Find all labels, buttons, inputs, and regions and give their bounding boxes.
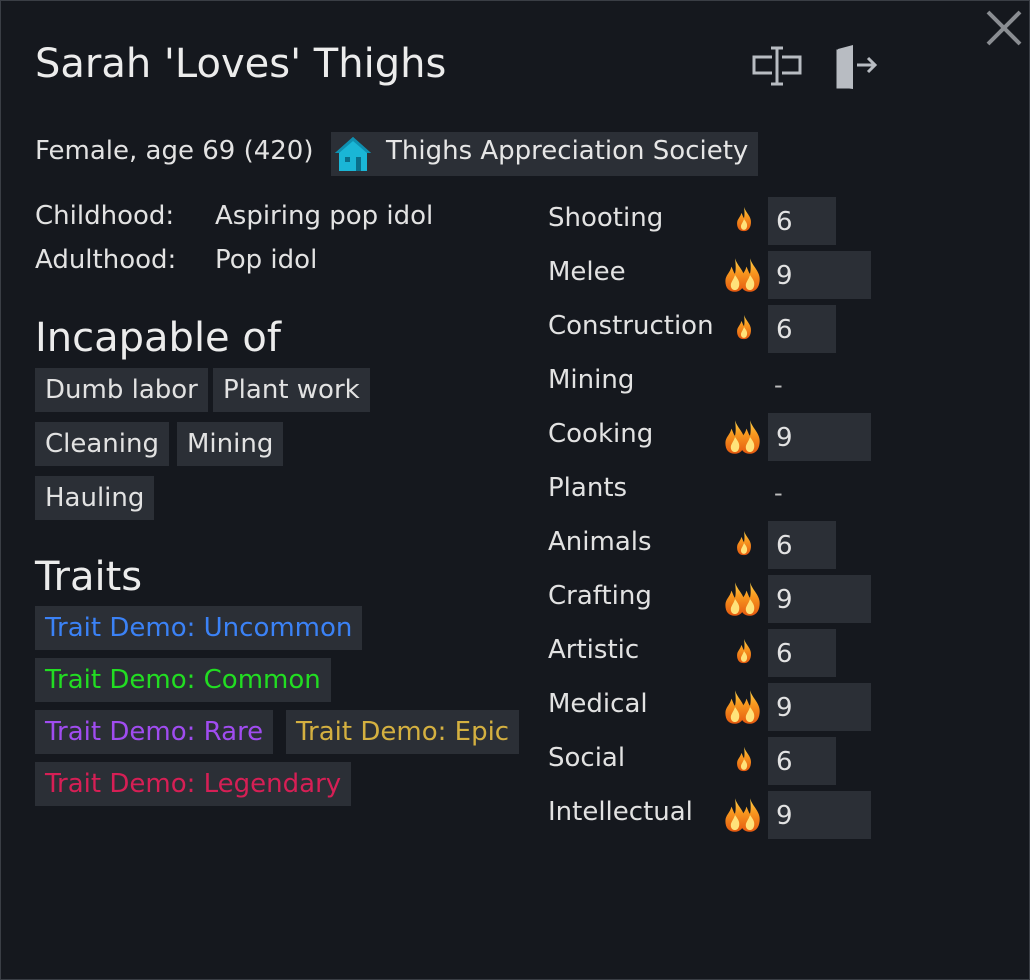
flame-icon <box>737 530 752 556</box>
skill-level-bar[interactable]: 6 <box>768 737 836 785</box>
flame-icon <box>737 206 752 232</box>
incapable-tag[interactable]: Hauling <box>35 476 155 520</box>
skill-name: Artistic <box>548 635 640 665</box>
incapable-heading: Incapable of <box>35 315 281 361</box>
rename-button[interactable] <box>751 45 803 87</box>
trait-tag[interactable]: Trait Demo: Rare <box>35 710 274 754</box>
skill-level-bar[interactable]: 6 <box>768 197 836 245</box>
faction-button[interactable]: Thighs Appreciation Society <box>331 132 758 176</box>
skill-name: Crafting <box>548 581 652 611</box>
character-description: Female, age 69 (420) <box>35 136 314 166</box>
skill-level: - <box>774 479 783 507</box>
close-icon <box>986 10 1022 46</box>
trait-tag[interactable]: Trait Demo: Legendary <box>35 762 352 806</box>
trait-tag[interactable]: Trait Demo: Epic <box>286 710 520 754</box>
character-name: Sarah 'Loves' Thighs <box>35 41 447 87</box>
character-card-window: Sarah 'Loves' Thighs Female, age 69 (420… <box>0 0 1030 980</box>
incapable-tag[interactable]: Cleaning <box>35 422 169 466</box>
double-flame-icon <box>725 258 760 292</box>
skill-name: Mining <box>548 365 635 395</box>
incapable-tag[interactable]: Plant work <box>213 368 370 412</box>
skill-name: Intellectual <box>548 797 693 827</box>
skill-level-bar[interactable]: 9 <box>768 251 871 299</box>
faction-name: Thighs Appreciation Society <box>386 136 749 166</box>
skill-name: Shooting <box>548 203 664 233</box>
childhood-backstory[interactable]: Aspiring pop idol <box>215 201 433 231</box>
skill-level-bar[interactable]: 6 <box>768 305 836 353</box>
flame-icon <box>737 314 752 340</box>
skill-name: Animals <box>548 527 652 557</box>
banish-icon <box>836 45 878 89</box>
skill-level-bar[interactable]: 9 <box>768 575 871 623</box>
skill-level-bar[interactable]: 9 <box>768 413 871 461</box>
flame-icon <box>737 746 752 772</box>
skill-name: Medical <box>548 689 648 719</box>
skill-name: Construction <box>548 311 714 341</box>
house-icon <box>335 137 371 171</box>
skill-name: Melee <box>548 257 626 287</box>
skill-level-bar[interactable]: 6 <box>768 629 836 677</box>
double-flame-icon <box>725 582 760 616</box>
skill-level-bar[interactable]: 6 <box>768 521 836 569</box>
skill-level-bar[interactable]: 9 <box>768 791 871 839</box>
trait-tag[interactable]: Trait Demo: Common <box>35 658 331 702</box>
skill-level-bar[interactable]: 9 <box>768 683 871 731</box>
double-flame-icon <box>725 690 760 724</box>
skill-level: - <box>774 371 783 399</box>
rename-icon <box>752 46 802 86</box>
close-button[interactable] <box>983 7 1025 49</box>
incapable-tag[interactable]: Dumb labor <box>35 368 208 412</box>
trait-tag[interactable]: Trait Demo: Uncommon <box>35 606 363 650</box>
skill-name: Plants <box>548 473 628 503</box>
incapable-tag[interactable]: Mining <box>177 422 284 466</box>
double-flame-icon <box>725 420 760 454</box>
banish-button[interactable] <box>833 43 879 91</box>
skill-name: Social <box>548 743 626 773</box>
adulthood-label: Adulthood: <box>35 245 177 275</box>
flame-icon <box>737 638 752 664</box>
double-flame-icon <box>725 798 760 832</box>
adulthood-backstory[interactable]: Pop idol <box>215 245 317 275</box>
traits-heading: Traits <box>35 554 143 600</box>
childhood-label: Childhood: <box>35 201 175 231</box>
skill-name: Cooking <box>548 419 654 449</box>
